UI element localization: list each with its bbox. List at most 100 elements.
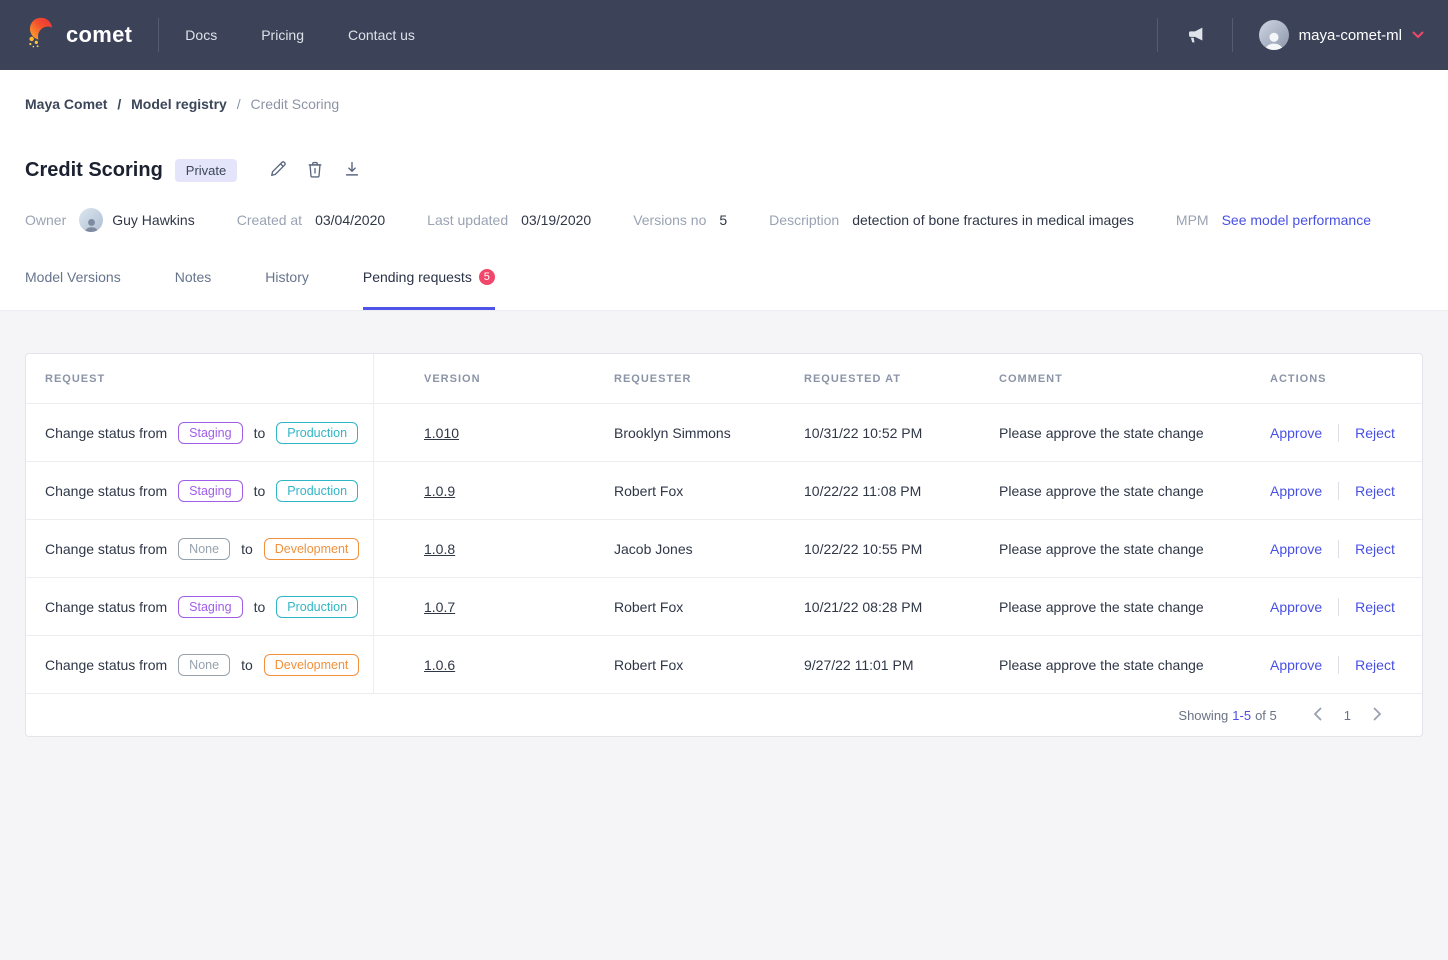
showing-total: of 5 [1255, 708, 1277, 723]
page-header: Maya Comet / Model registry / Credit Sco… [0, 70, 1448, 311]
column-header-request: REQUEST [26, 354, 374, 403]
version-link[interactable]: 1.0.9 [424, 483, 455, 499]
edit-button[interactable] [267, 158, 289, 183]
comment-cell: Please approve the state change [974, 599, 1245, 615]
status-badge-from: Staging [178, 480, 242, 502]
request-prefix: Change status from [45, 657, 167, 673]
tab-pending-requests-label: Pending requests [363, 269, 472, 285]
table-footer: Showing 1-5 of 5 1 [26, 694, 1422, 736]
reject-button[interactable]: Reject [1355, 599, 1395, 615]
reject-button[interactable]: Reject [1355, 657, 1395, 673]
approve-button[interactable]: Approve [1270, 541, 1322, 557]
approve-button[interactable]: Approve [1270, 425, 1322, 441]
request-cell: Change status from None to Development [26, 520, 374, 577]
tab-notes[interactable]: Notes [175, 269, 212, 310]
requester-cell: Robert Fox [589, 483, 779, 499]
main-content: REQUEST VERSION REQUESTER REQUESTED AT C… [0, 311, 1448, 779]
actions-cell: Approve Reject [1245, 424, 1422, 442]
breadcrumb-separator: / [117, 96, 121, 112]
requested-at-cell: 9/27/22 11:01 PM [779, 657, 974, 673]
column-header-actions: ACTIONS [1245, 354, 1422, 403]
nav-link-pricing[interactable]: Pricing [261, 27, 304, 43]
tab-bar: Model Versions Notes History Pending req… [25, 269, 1423, 310]
current-page-number[interactable]: 1 [1344, 708, 1351, 723]
table-header-row: REQUEST VERSION REQUESTER REQUESTED AT C… [26, 354, 1422, 404]
nav-divider [1232, 18, 1233, 52]
comment-cell: Please approve the state change [974, 483, 1245, 499]
nav-divider [158, 18, 159, 52]
pencil-icon [269, 160, 287, 181]
versions-no-value: 5 [719, 212, 727, 228]
download-icon [343, 160, 361, 181]
see-model-performance-link[interactable]: See model performance [1222, 212, 1371, 228]
version-link[interactable]: 1.0.8 [424, 541, 455, 557]
breadcrumb-model-registry[interactable]: Model registry [131, 96, 227, 112]
table-row: Change status from Staging to Production… [26, 462, 1422, 520]
breadcrumb-workspace[interactable]: Maya Comet [25, 96, 107, 112]
request-prefix: Change status from [45, 425, 167, 441]
table-row: Change status from None to Development 1… [26, 520, 1422, 578]
nav-link-contact-us[interactable]: Contact us [348, 27, 415, 43]
status-badge-to: Production [276, 596, 358, 618]
trash-icon [306, 160, 324, 181]
visibility-badge: Private [175, 159, 237, 182]
requester-cell: Jacob Jones [589, 541, 779, 557]
request-prefix: Change status from [45, 599, 167, 615]
breadcrumb-separator: / [237, 96, 241, 112]
comet-logo[interactable]: comet [24, 16, 132, 55]
last-updated-label: Last updated [427, 212, 508, 228]
reject-button[interactable]: Reject [1355, 425, 1395, 441]
column-header-requested-at: REQUESTED AT [779, 354, 974, 403]
status-badge-to: Development [264, 654, 360, 676]
approve-button[interactable]: Approve [1270, 657, 1322, 673]
reject-button[interactable]: Reject [1355, 541, 1395, 557]
comet-logo-icon [24, 16, 58, 55]
model-meta-row: Owner Guy Hawkins Created at 03/04/2020 … [25, 208, 1423, 232]
request-prefix: Change status from [45, 483, 167, 499]
actions-cell: Approve Reject [1245, 540, 1422, 558]
request-cell: Change status from Staging to Production [26, 578, 374, 635]
requested-at-cell: 10/21/22 08:28 PM [779, 599, 974, 615]
tab-pending-requests[interactable]: Pending requests 5 [363, 269, 495, 310]
actions-divider [1338, 424, 1339, 442]
requester-cell: Robert Fox [589, 657, 779, 673]
tab-history[interactable]: History [265, 269, 309, 310]
tab-model-versions[interactable]: Model Versions [25, 269, 121, 310]
status-badge-to: Development [264, 538, 360, 560]
request-cell: Change status from Staging to Production [26, 462, 374, 519]
page-title: Credit Scoring [25, 159, 163, 182]
version-link[interactable]: 1.0.6 [424, 657, 455, 673]
request-join: to [241, 541, 253, 557]
nav-link-docs[interactable]: Docs [185, 27, 217, 43]
requester-cell: Brooklyn Simmons [589, 425, 779, 441]
column-header-version: VERSION [374, 354, 589, 403]
approve-button[interactable]: Approve [1270, 483, 1322, 499]
reject-button[interactable]: Reject [1355, 483, 1395, 499]
user-avatar [1259, 20, 1289, 50]
previous-page-button[interactable] [1311, 707, 1324, 724]
requested-at-cell: 10/31/22 10:52 PM [779, 425, 974, 441]
user-menu[interactable]: maya-comet-ml [1259, 20, 1424, 50]
delete-button[interactable] [304, 158, 326, 183]
actions-cell: Approve Reject [1245, 656, 1422, 674]
description-value: detection of bone fractures in medical i… [852, 212, 1134, 228]
version-link[interactable]: 1.010 [424, 425, 459, 441]
owner-label: Owner [25, 212, 66, 228]
status-badge-from: Staging [178, 596, 242, 618]
mpm-label: MPM [1176, 212, 1209, 228]
column-header-comment: COMMENT [974, 354, 1245, 403]
breadcrumb-current: Credit Scoring [251, 96, 340, 112]
pending-count-badge: 5 [479, 269, 495, 285]
approve-button[interactable]: Approve [1270, 599, 1322, 615]
next-page-button[interactable] [1371, 707, 1384, 724]
owner-avatar [79, 208, 103, 232]
table-row: Change status from None to Development 1… [26, 636, 1422, 694]
title-row: Credit Scoring Private [25, 158, 1423, 183]
actions-divider [1338, 656, 1339, 674]
version-link[interactable]: 1.0.7 [424, 599, 455, 615]
comment-cell: Please approve the state change [974, 541, 1245, 557]
showing-range: 1-5 [1232, 708, 1251, 723]
status-badge-from: None [178, 538, 230, 560]
announcements-megaphone-icon[interactable] [1184, 24, 1206, 46]
download-button[interactable] [341, 158, 363, 183]
